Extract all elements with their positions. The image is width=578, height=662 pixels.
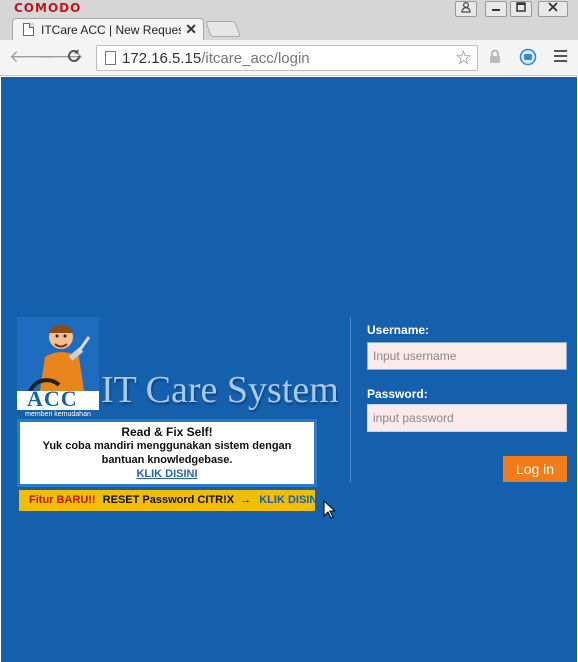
reset-password-link[interactable]: KLIK DISINI [259, 494, 320, 506]
page-info-icon [105, 51, 116, 65]
login-button[interactable]: Log in [503, 456, 567, 482]
extension-shield-icon[interactable] [519, 48, 537, 70]
self-help-heading: Read & Fix Self! [121, 425, 213, 439]
promo-new-label: Fitur BARU!! [29, 494, 96, 506]
username-input[interactable] [367, 342, 567, 370]
self-help-text: Yuk coba mandiri menggunakan sistem deng… [42, 440, 292, 466]
mouse-cursor-icon [323, 500, 335, 519]
bookmark-star-icon[interactable]: ☆ [455, 47, 472, 70]
reload-icon[interactable] [66, 48, 82, 68]
menu-icon[interactable] [554, 50, 567, 65]
user-icon [461, 1, 471, 13]
minimize-icon [492, 9, 500, 11]
lock-icon[interactable] [489, 49, 501, 68]
password-input[interactable] [367, 404, 567, 432]
close-icon [548, 2, 558, 12]
browser-toolbar: 🡐 🡒 172.16.5.15/itcare_acc/login ☆ [0, 40, 578, 76]
self-help-box: Read & Fix Self! Yuk coba mandiri menggu… [17, 419, 317, 487]
browser-brand: COMODO [14, 1, 82, 15]
minimize-button[interactable] [485, 1, 507, 17]
url-host: 172.16.5.15 [122, 50, 202, 67]
tab-close-icon[interactable]: ✕ [185, 21, 197, 38]
acc-mascot-logo: ACC memberi kemudahan [17, 317, 99, 419]
acc-tagline: memberi kemudahan [17, 410, 99, 419]
close-window-button[interactable] [538, 1, 568, 17]
page-icon [23, 23, 34, 36]
username-label: Username: [367, 323, 430, 337]
tab-strip: ITCare ACC | New Request ✕ [0, 18, 578, 40]
browser-tab[interactable]: ITCare ACC | New Request ✕ [12, 18, 204, 40]
arrow-right-icon: → [240, 494, 252, 506]
system-title: IT Care System [101, 369, 339, 411]
maximize-button[interactable] [510, 1, 532, 17]
new-tab-button[interactable] [205, 21, 241, 37]
self-help-link[interactable]: KLIK DISINI [20, 467, 314, 482]
password-label: Password: [367, 387, 428, 401]
url-path: /itcare_acc/login [201, 50, 310, 67]
promo-text: RESET Password CITR!X [102, 494, 235, 506]
login-page: ACC memberi kemudahan IT Care System Rea… [1, 77, 577, 662]
url-text[interactable]: 172.16.5.15/itcare_acc/login [122, 50, 310, 67]
user-profile-button[interactable] [455, 1, 477, 17]
maximize-icon [516, 2, 526, 12]
window-titlebar: COMODO [0, 0, 578, 18]
acc-logo-text: ACC [27, 386, 78, 411]
reset-password-promo: Fitur BARU!! RESET Password CITR!X → KLI… [19, 490, 320, 511]
vertical-divider [350, 317, 351, 482]
address-bar[interactable]: 172.16.5.15/itcare_acc/login ☆ [96, 45, 478, 71]
tab-title: ITCare ACC | New Request [41, 23, 181, 37]
mascot-icon [17, 317, 99, 397]
